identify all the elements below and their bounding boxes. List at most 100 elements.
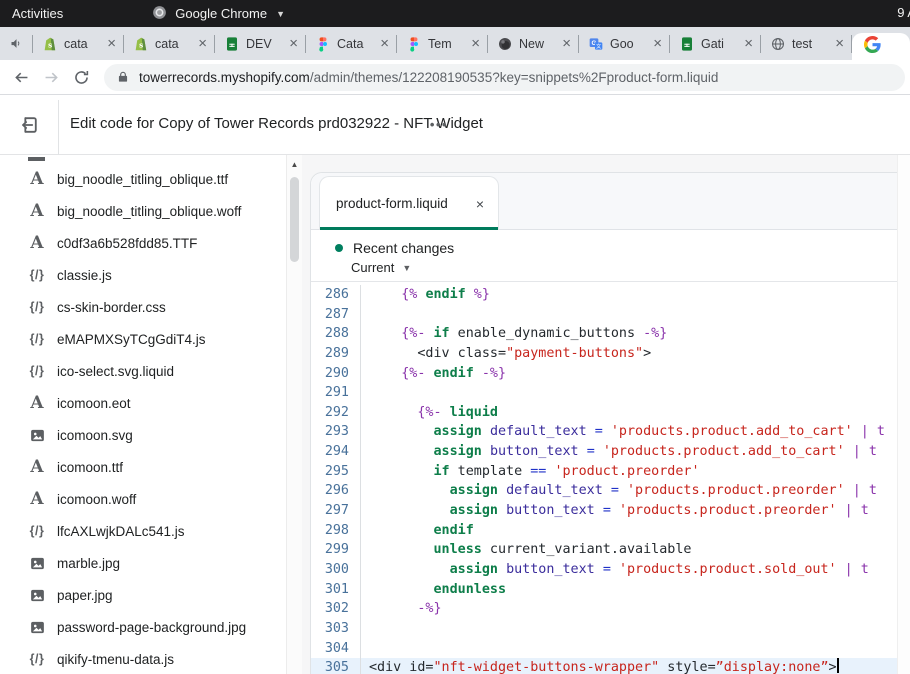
code-line: 294 assign button_text = 'products.produ… <box>311 442 910 462</box>
recent-changes-label: Recent changes <box>353 240 454 256</box>
more-options-button[interactable]: ••• <box>424 109 454 139</box>
line-content: {% endif %} <box>361 285 910 305</box>
file-item[interactable]: {/}lfcAXLwjkDALc541.js <box>0 515 286 547</box>
close-icon[interactable]: × <box>562 36 571 51</box>
scroll-up-arrow-icon[interactable]: ▲ <box>287 155 302 169</box>
image-file-icon <box>26 555 48 572</box>
browser-tab-label: Cata <box>337 37 374 51</box>
editor-tab-product-form[interactable]: product-form.liquid × <box>319 176 499 230</box>
browser-tab[interactable]: DEV× <box>215 27 305 60</box>
browser-tab[interactable]: s cata × <box>33 27 123 60</box>
line-content: if template == 'product.preorder' <box>361 462 910 482</box>
line-number: 298 <box>311 521 361 541</box>
file-name: password-page-background.jpg <box>57 620 246 635</box>
browser-tab-label: cata <box>64 37 101 51</box>
close-icon[interactable]: × <box>471 36 480 51</box>
line-content: {%- if enable_dynamic_buttons -%} <box>361 324 910 344</box>
close-icon[interactable]: × <box>744 36 753 51</box>
page-scrollbar[interactable] <box>897 155 910 674</box>
line-number: 288 <box>311 324 361 344</box>
file-item-partial <box>28 157 45 161</box>
close-icon[interactable]: × <box>380 36 389 51</box>
close-icon[interactable]: × <box>198 36 207 51</box>
version-dropdown[interactable]: Current ▼ <box>351 260 910 275</box>
version-label: Current <box>351 260 394 275</box>
activities-button[interactable]: Activities <box>12 6 63 21</box>
line-content: <div id="nft-widget-buttons-wrapper" sty… <box>361 658 910 674</box>
browser-tab[interactable]: test× <box>761 27 851 60</box>
svg-text:s: s <box>48 40 52 49</box>
header-divider <box>58 100 59 155</box>
editor-tab-bar: product-form.liquid × <box>311 173 910 230</box>
back-button[interactable] <box>6 62 36 92</box>
close-icon[interactable]: × <box>107 36 116 51</box>
line-number: 299 <box>311 540 361 560</box>
file-item[interactable]: {/}ico-select.svg.liquid <box>0 355 286 387</box>
browser-tab[interactable]: G文Goo× <box>579 27 669 60</box>
file-item[interactable]: Aicomoon.ttf <box>0 451 286 483</box>
chevron-down-icon: ▼ <box>402 263 411 273</box>
file-item[interactable]: Abig_noodle_titling_oblique.ttf <box>0 163 286 195</box>
browser-tab[interactable]: Cata × <box>306 27 396 60</box>
browser-tab-label: New <box>519 37 556 51</box>
close-icon[interactable]: × <box>653 36 662 51</box>
exit-code-editor-button[interactable] <box>15 111 43 139</box>
line-number: 290 <box>311 364 361 384</box>
editor-tab-label: product-form.liquid <box>336 196 476 211</box>
file-item[interactable]: paper.jpg <box>0 579 286 611</box>
file-item[interactable]: {/}classie.js <box>0 259 286 291</box>
browser-tab[interactable]: Gati× <box>670 27 760 60</box>
address-bar[interactable]: towerrecords.myshopify.com/admin/themes/… <box>104 64 905 91</box>
line-content <box>361 639 910 659</box>
file-name: icomoon.ttf <box>57 460 123 475</box>
font-file-icon: A <box>26 489 48 509</box>
file-sidebar: Abig_noodle_titling_oblique.ttfAbig_nood… <box>0 155 302 674</box>
speaker-icon[interactable] <box>0 36 32 51</box>
sheets-favicon-icon <box>224 36 240 52</box>
app-indicator-menu[interactable]: Google Chrome ▼ <box>151 4 285 24</box>
browser-tab[interactable]: Tem × <box>397 27 487 60</box>
file-item[interactable]: {/}qikify-tmenu-data.js <box>0 643 286 674</box>
file-item[interactable]: Aicomoon.eot <box>0 387 286 419</box>
code-file-icon: {/} <box>26 332 48 346</box>
forward-button[interactable] <box>36 62 66 92</box>
file-item[interactable]: marble.jpg <box>0 547 286 579</box>
browser-tab-active[interactable] <box>852 33 910 60</box>
file-name: icomoon.svg <box>57 428 133 443</box>
line-number: 286 <box>311 285 361 305</box>
browser-tab[interactable]: scata× <box>124 27 214 60</box>
line-number: 301 <box>311 580 361 600</box>
browser-tab[interactable]: New × <box>488 27 578 60</box>
close-icon[interactable]: × <box>476 196 484 212</box>
file-item[interactable]: password-page-background.jpg <box>0 611 286 643</box>
file-name: big_noodle_titling_oblique.ttf <box>57 172 228 187</box>
reload-button[interactable] <box>66 62 96 92</box>
file-item[interactable]: Abig_noodle_titling_oblique.woff <box>0 195 286 227</box>
file-item[interactable]: Aicomoon.woff <box>0 483 286 515</box>
file-item[interactable]: {/}eMAPMXSyTCgGdiT4.js <box>0 323 286 355</box>
line-number: 291 <box>311 383 361 403</box>
close-icon[interactable]: × <box>289 36 298 51</box>
browser-tab-label: Tem <box>428 37 465 51</box>
screen: Activities Google Chrome ▼ 9 A scata×sca… <box>0 0 910 674</box>
sidebar-scrollbar[interactable]: ▲ <box>286 155 302 674</box>
font-file-icon: A <box>26 169 48 189</box>
line-content: -%} <box>361 599 910 619</box>
code-line: 291 <box>311 383 910 403</box>
shopify-favicon-icon: s <box>133 36 149 52</box>
scrollbar-thumb[interactable] <box>290 177 299 262</box>
text-cursor <box>837 658 839 673</box>
code-line: 303 <box>311 619 910 639</box>
code-line: 301 endunless <box>311 580 910 600</box>
clock[interactable]: 9 A <box>897 5 910 20</box>
line-content: assign default_text = 'products.product.… <box>361 422 910 442</box>
file-item[interactable]: {/}cs-skin-border.css <box>0 291 286 323</box>
file-item[interactable]: Ac0df3a6b528fdd85.TTF <box>0 227 286 259</box>
close-icon[interactable]: × <box>835 36 844 51</box>
file-name: qikify-tmenu-data.js <box>57 652 174 667</box>
line-number: 289 <box>311 344 361 364</box>
code-editor[interactable]: 286 {% endif %}287288 {%- if enable_dyna… <box>311 282 910 674</box>
file-item[interactable]: icomoon.svg <box>0 419 286 451</box>
url-domain: towerrecords.myshopify.com <box>139 70 310 85</box>
line-content <box>361 305 910 325</box>
